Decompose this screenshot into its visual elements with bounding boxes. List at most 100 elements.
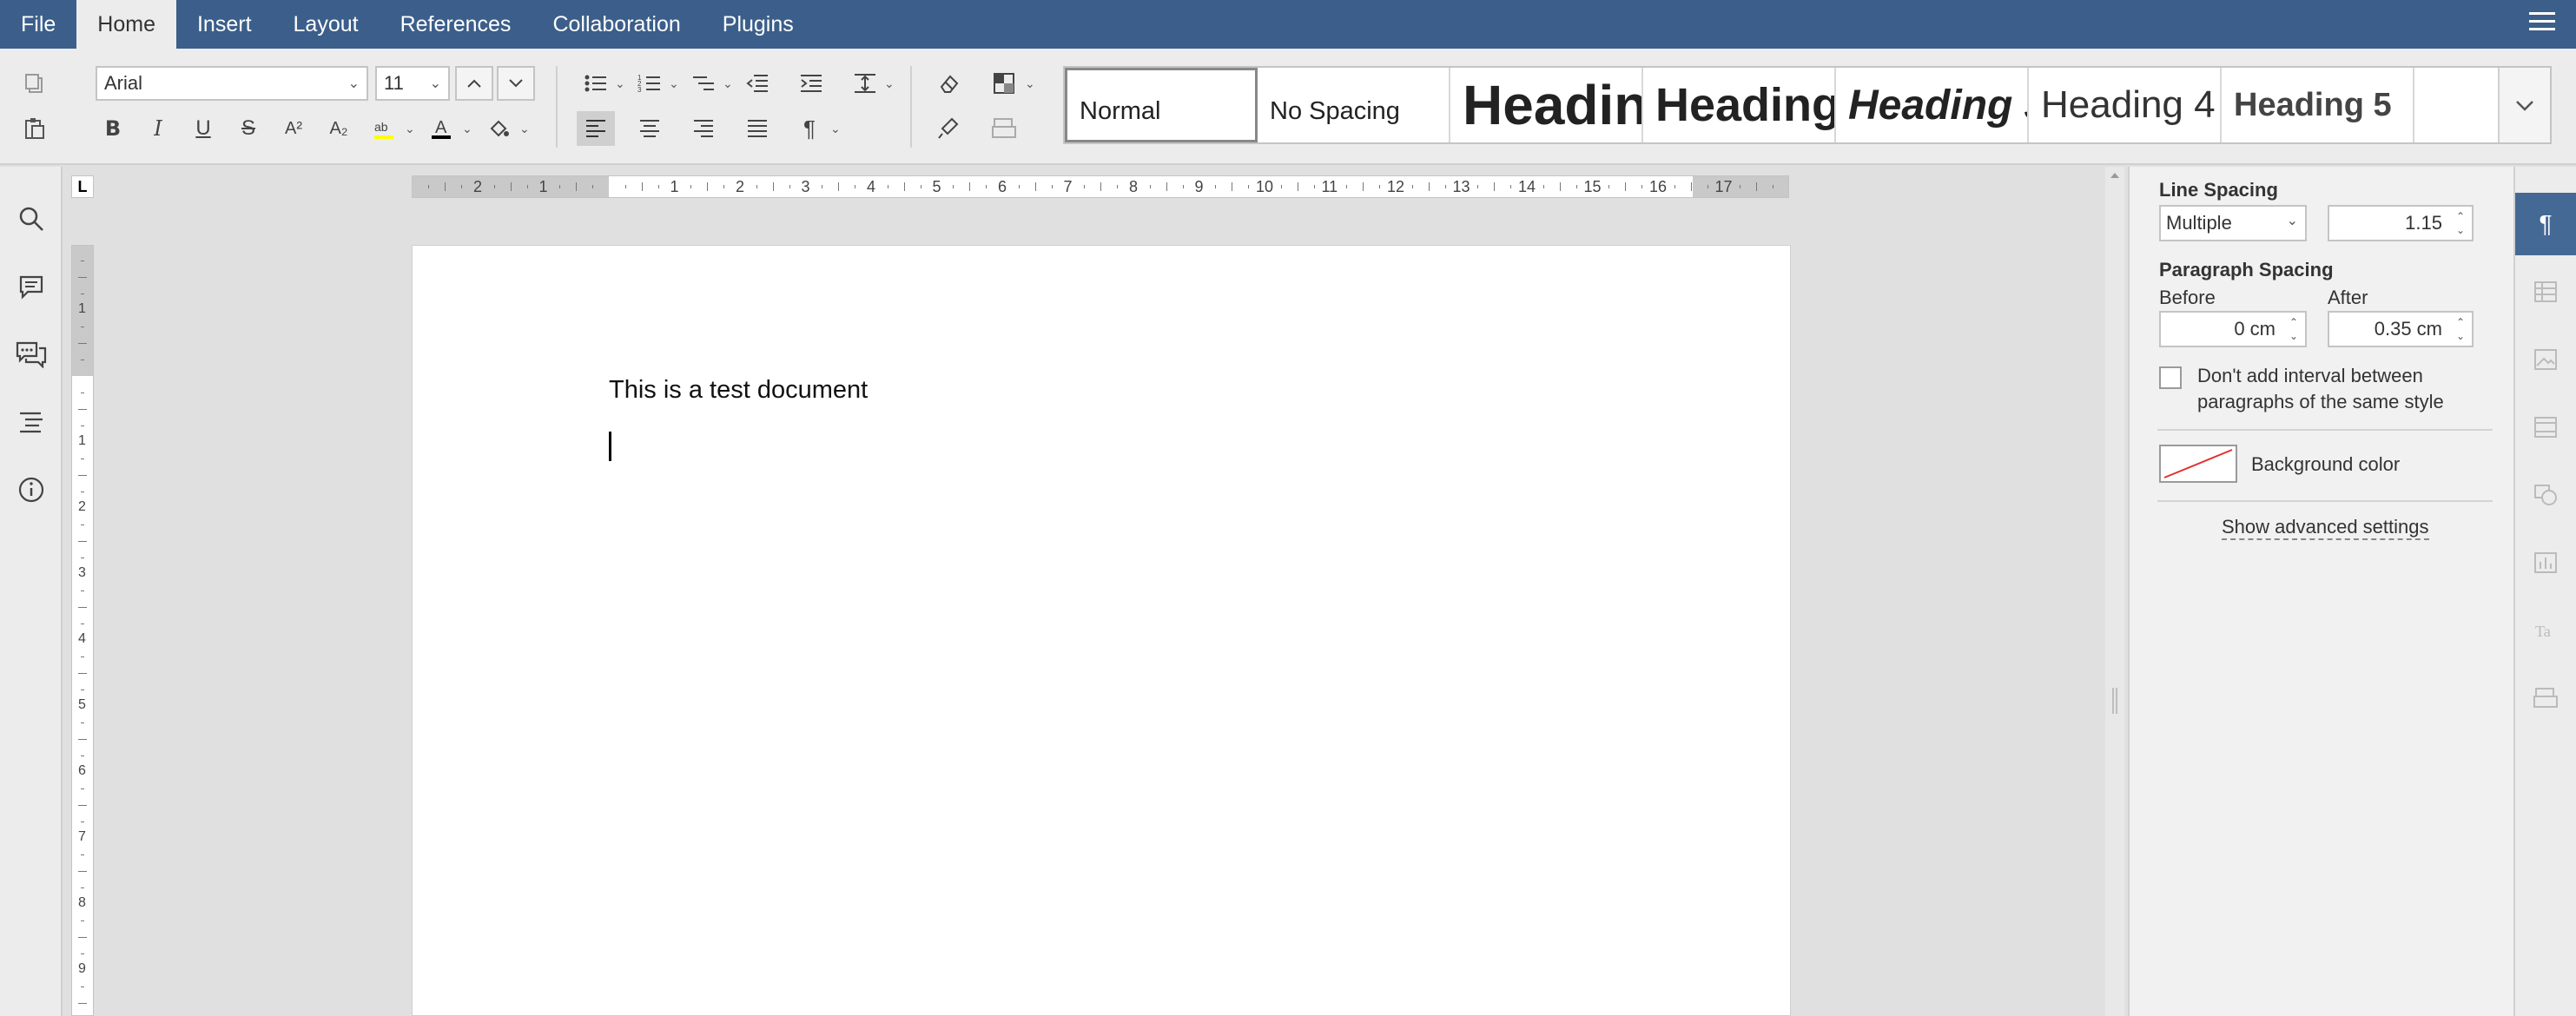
line-spacing-icon[interactable] [846,66,884,101]
paragraph-shading-icon[interactable] [479,111,518,146]
comments-icon[interactable] [14,269,49,304]
style-heading-5[interactable]: Heading 5 [2222,68,2414,142]
search-icon[interactable] [14,201,49,236]
tab-insert[interactable]: Insert [176,0,273,49]
spin-down-icon[interactable]: ⌄ [2454,330,2467,342]
line-spacing-mode-select[interactable]: Multiple ⌄ [2159,205,2307,241]
align-left-button[interactable] [577,111,615,146]
chevron-down-icon[interactable]: ⌄ [462,122,472,136]
chevron-down-icon[interactable]: ⌄ [519,122,530,136]
image-settings-icon[interactable] [2515,328,2576,391]
ruler-tick [81,755,84,756]
align-center-button[interactable] [631,111,669,146]
tab-layout[interactable]: Layout [273,0,380,49]
decrease-font-button[interactable] [497,66,535,101]
subscript-button[interactable]: A₂ [320,111,358,146]
tab-stop-selector[interactable]: L [71,175,94,198]
toolbar-divider [910,66,912,148]
copy-icon[interactable] [16,66,54,101]
ruler-number: 6 [78,763,86,778]
spacing-before-input[interactable]: 0 cm ⌃ ⌄ [2159,311,2307,347]
copy-style-icon[interactable] [929,111,968,146]
paste-icon[interactable] [16,111,54,146]
ruler-number: 2 [736,178,745,195]
spin-up-icon[interactable]: ⌃ [2454,316,2467,328]
color-scheme-icon[interactable] [985,66,1023,101]
style-heading-3[interactable]: Heading 3 [1836,68,2029,142]
chevron-down-icon[interactable]: ⌄ [669,76,679,91]
line-spacing-value-input[interactable]: 1.15 ⌃ ⌄ [2328,205,2474,241]
tab-home[interactable]: Home [76,0,176,49]
ruler-tick [526,185,528,188]
font-size-select[interactable]: 11 ⌄ [375,66,450,101]
ruler-tick [510,182,512,191]
multilevel-list-icon[interactable] [684,66,723,101]
show-advanced-settings-link[interactable]: Show advanced settings [2222,516,2429,540]
ruler-number: 3 [801,178,810,195]
spin-up-icon[interactable]: ⌃ [2288,316,2300,328]
background-color-picker[interactable] [2159,445,2237,483]
chart-settings-icon[interactable] [2515,531,2576,594]
justify-button[interactable] [738,111,776,146]
info-icon[interactable] [14,472,49,507]
clear-style-icon[interactable] [929,66,968,101]
style-heading-2[interactable]: Heading 2 [1643,68,1836,142]
text-art-icon[interactable]: Ta [2515,599,2576,662]
paragraph-settings-icon[interactable]: ¶ [2515,193,2576,255]
vertical-ruler[interactable]: 1 1 2 3 4 5 6 7 8 9 [71,245,94,1016]
decrease-indent-icon[interactable] [738,66,776,101]
font-color-icon[interactable]: A [422,111,460,146]
chevron-down-icon[interactable]: ⌄ [1025,76,1035,91]
chevron-down-icon[interactable]: ⌄ [615,76,625,91]
italic-button[interactable]: I [139,111,177,146]
horizontal-ruler[interactable]: 2 1 1 2 3 4 5 6 7 8 9 10 11 12 13 14 15 16 17 [412,175,1789,198]
style-heading-4[interactable]: Heading 4 [2029,68,2222,142]
highlight-icon[interactable]: ab [365,111,403,146]
align-right-button[interactable] [684,111,723,146]
superscript-button[interactable]: A² [274,111,313,146]
vertical-scrollbar[interactable] [2105,167,2124,1016]
chat-icon[interactable] [14,337,49,372]
chevron-down-icon[interactable]: ⌄ [405,122,415,136]
document-page[interactable]: This is a test document [412,245,1791,1016]
chevron-down-icon[interactable]: ⌄ [884,76,895,91]
spin-down-icon[interactable]: ⌄ [2454,224,2467,236]
mail-merge-settings-icon[interactable] [2515,667,2576,729]
chevron-down-icon[interactable]: ⌄ [830,122,841,136]
mail-merge-icon[interactable] [985,111,1023,146]
tab-collaboration[interactable]: Collaboration [532,0,701,49]
spin-up-icon[interactable]: ⌃ [2454,210,2467,222]
table-settings-icon[interactable] [2515,261,2576,323]
bold-button[interactable]: B [94,111,132,146]
style-heading-1[interactable]: Heading 1 [1450,68,1643,142]
style-no-spacing[interactable]: No Spacing [1258,68,1450,142]
tab-plugins[interactable]: Plugins [702,0,815,49]
spin-down-icon[interactable]: ⌄ [2288,330,2300,342]
spacing-after-input[interactable]: 0.35 cm ⌃ ⌄ [2328,311,2474,347]
shape-settings-icon[interactable] [2515,464,2576,526]
ruler-tick [1559,182,1561,191]
increase-indent-icon[interactable] [792,66,830,101]
ruler-tick [969,182,971,191]
style-normal[interactable]: Normal [1065,68,1258,142]
ruler-tick [81,821,84,822]
increase-font-button[interactable] [455,66,493,101]
tab-file[interactable]: File [0,0,76,49]
underline-button[interactable]: U [184,111,222,146]
numbered-list-icon[interactable]: 123 [631,66,669,101]
font-name-select[interactable]: Arial ⌄ [96,66,368,101]
tab-references[interactable]: References [380,0,532,49]
header-footer-icon[interactable] [2515,396,2576,459]
scroll-thumb[interactable] [2112,688,2117,714]
menu-icon[interactable] [2529,12,2555,35]
ruler-tick [1379,185,1381,188]
chevron-down-icon[interactable]: ⌄ [723,76,733,91]
ruler-tick [78,277,87,278]
nonprinting-characters-icon[interactable]: ¶ [790,111,829,146]
navigation-icon[interactable] [14,405,49,439]
styles-expand-button[interactable] [2498,68,2550,142]
bullet-list-icon[interactable] [577,66,615,101]
document-paragraph[interactable]: This is a test document [609,376,868,405]
no-interval-checkbox[interactable] [2159,366,2182,389]
strikethrough-button[interactable]: S [229,111,268,146]
